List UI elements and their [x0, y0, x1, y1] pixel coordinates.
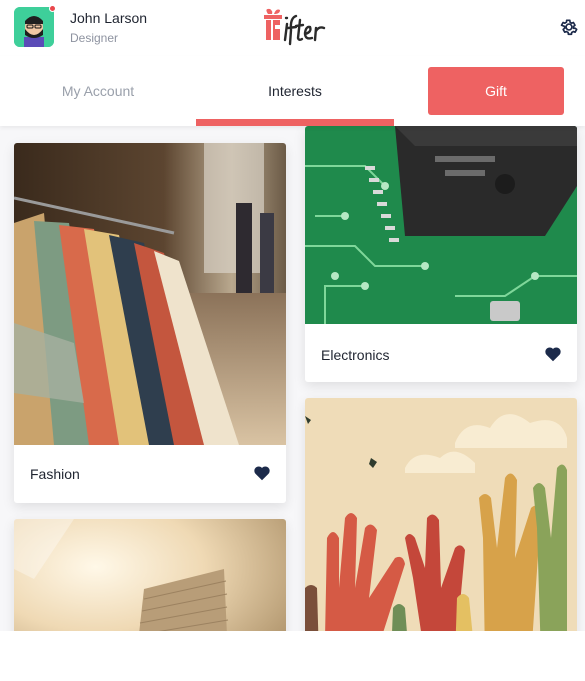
art-image: [305, 398, 577, 631]
fashion-image: [14, 143, 286, 445]
app-header: John Larson Designer: [0, 0, 585, 56]
avatar-illustration: [14, 7, 54, 47]
interest-card-art[interactable]: [305, 398, 577, 631]
gift-button[interactable]: Gift: [428, 67, 564, 115]
user-role: Designer: [70, 31, 119, 45]
tab-my-account[interactable]: My Account: [0, 56, 196, 126]
interest-label: Fashion: [30, 466, 80, 482]
building-image: [14, 519, 286, 631]
settings-gear-icon[interactable]: [559, 17, 579, 37]
interest-card-electronics[interactable]: Electronics: [305, 126, 577, 382]
interest-label: Electronics: [321, 347, 390, 363]
user-name: John Larson: [70, 10, 148, 26]
interests-grid: Fashion Electronics: [0, 126, 585, 631]
online-status-dot: [49, 5, 56, 12]
avatar[interactable]: [14, 7, 54, 47]
tab-bar: My Account Interests Gift: [0, 56, 585, 126]
interest-card-architecture[interactable]: [14, 519, 286, 631]
heart-icon[interactable]: [253, 465, 271, 481]
gifter-logo: [262, 6, 332, 50]
heart-icon[interactable]: [544, 346, 562, 362]
interest-card-fashion[interactable]: Fashion: [14, 143, 286, 503]
active-tab-indicator: [196, 119, 394, 126]
electronics-image: [305, 126, 577, 324]
tab-interests[interactable]: Interests: [196, 56, 394, 126]
